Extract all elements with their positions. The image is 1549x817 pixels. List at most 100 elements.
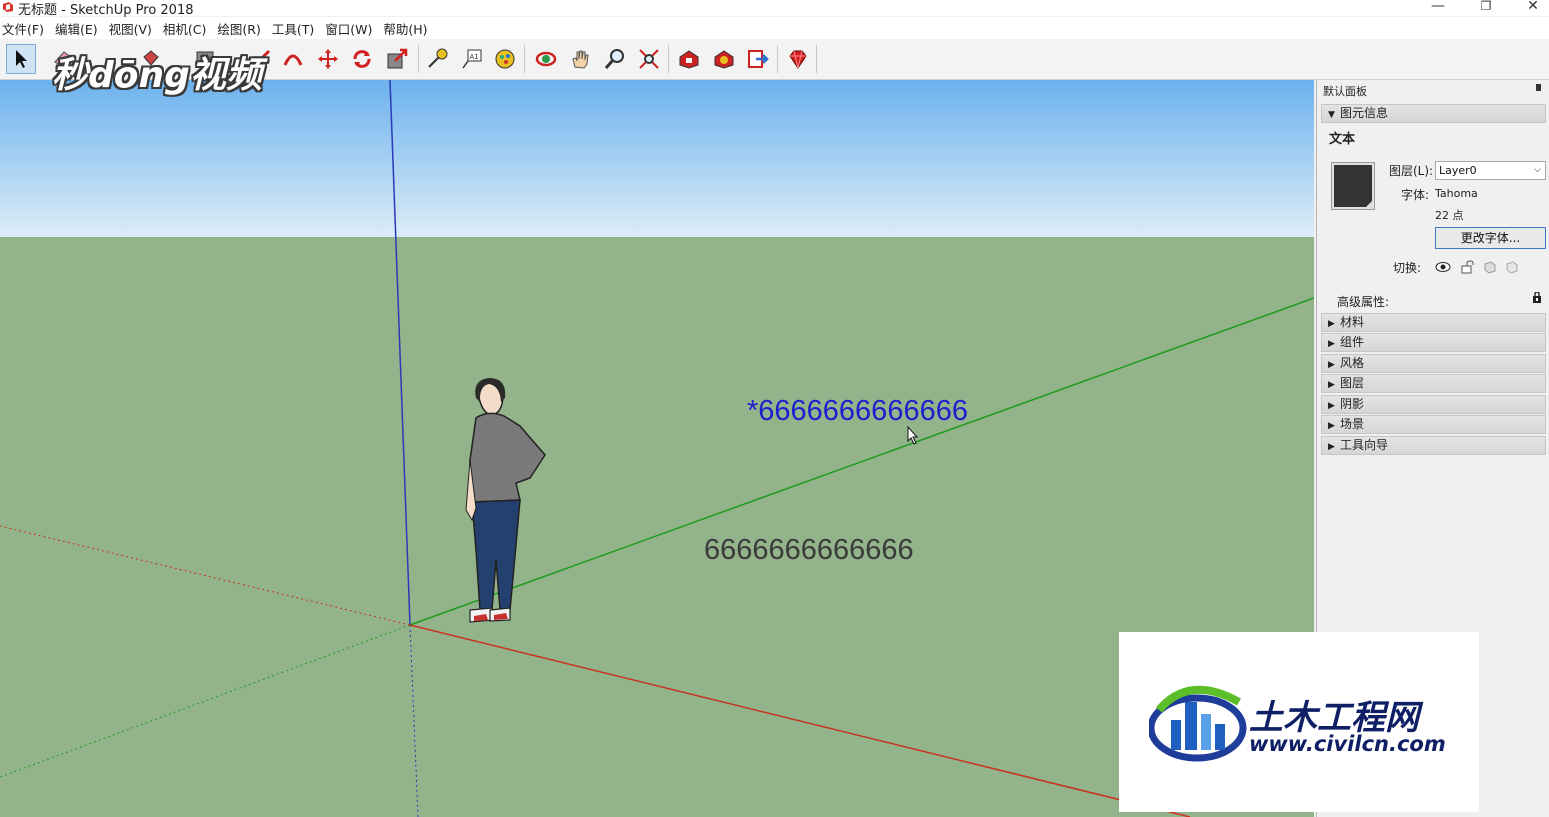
move-tool-button[interactable] xyxy=(313,44,343,74)
rotate-tool-button[interactable] xyxy=(347,44,377,74)
move-icon xyxy=(318,49,338,69)
tape-measure-tool-button[interactable] xyxy=(422,44,452,74)
send-to-layout-button[interactable] xyxy=(743,44,773,74)
window-title: 无标题 - SketchUp Pro 2018 xyxy=(18,3,194,18)
orbit-tool-button[interactable] xyxy=(531,44,561,74)
collapsed-triangle-icon: ▶ xyxy=(1328,319,1335,329)
arc-tool-button[interactable] xyxy=(278,44,308,74)
warehouse-icon xyxy=(679,50,699,69)
expanded-triangle-icon: ▼ xyxy=(1328,110,1335,120)
menu-edit[interactable]: 编辑(E) xyxy=(55,19,98,38)
section-layers-label: 图层 xyxy=(1340,376,1365,390)
minimize-button[interactable]: — xyxy=(1418,0,1458,16)
drawing-viewport[interactable]: *6666666666666 6666666666666 xyxy=(0,80,1314,817)
sketchup-logo-icon xyxy=(3,2,13,12)
toolbar-separator xyxy=(418,45,419,73)
lock-icon[interactable] xyxy=(1533,292,1541,303)
pin-icon[interactable] xyxy=(1536,84,1541,91)
toolbar-separator xyxy=(777,45,778,73)
collapsed-triangle-icon: ▶ xyxy=(1328,339,1335,349)
section-entity-info[interactable]: ▼ 图元信息 xyxy=(1321,104,1546,123)
tape-measure-icon xyxy=(428,48,448,68)
ground xyxy=(0,237,1314,817)
menu-camera[interactable]: 相机(C) xyxy=(163,19,206,38)
warehouse-button[interactable] xyxy=(674,44,704,74)
menu-draw[interactable]: 绘图(R) xyxy=(217,19,260,38)
section-layers[interactable]: ▶ 图层 xyxy=(1321,374,1546,393)
restore-button[interactable]: ❐ xyxy=(1466,0,1506,16)
section-instructor-label: 工具向导 xyxy=(1340,438,1389,452)
change-font-button[interactable]: 更改字体... xyxy=(1435,227,1546,249)
watermark-video-logo: 秒dōng视频 xyxy=(52,55,262,96)
panel-title: 默认面板 xyxy=(1323,85,1367,98)
section-instructor[interactable]: ▶ 工具向导 xyxy=(1321,436,1546,455)
extension-warehouse-button[interactable] xyxy=(709,44,739,74)
section-shadows-label: 阴影 xyxy=(1340,397,1365,411)
menu-window[interactable]: 窗口(W) xyxy=(325,19,372,38)
section-shadows[interactable]: ▶ 阴影 xyxy=(1321,395,1546,414)
pan-tool-button[interactable] xyxy=(565,44,595,74)
select-icon xyxy=(16,50,27,68)
layer-label: 图层(L): xyxy=(1389,164,1434,178)
section-entity-info-label: 图元信息 xyxy=(1340,106,1389,120)
toolbar-separator xyxy=(668,45,669,73)
cast-shadows-icon[interactable] xyxy=(1504,260,1520,274)
text-tool-button[interactable]: A1 xyxy=(457,44,487,74)
extension-manager-icon xyxy=(789,50,807,69)
section-scenes-label: 场景 xyxy=(1340,417,1365,431)
menu-view[interactable]: 视图(V) xyxy=(109,19,152,38)
scene-canvas xyxy=(0,80,1314,817)
layer-select-value: Layer0 xyxy=(1439,164,1477,177)
watermark-civilcn: 土木工程网 www.civilcn.com xyxy=(1119,632,1479,812)
extension-warehouse-icon xyxy=(714,50,734,69)
text-label[interactable]: 6666666666666 xyxy=(704,534,914,567)
section-materials-label: 材料 xyxy=(1340,315,1365,329)
chevron-down-icon: ⌵ xyxy=(1534,165,1541,175)
toggle-label: 切换: xyxy=(1393,261,1422,275)
zoom-tool-button[interactable] xyxy=(600,44,630,74)
font-value: Tahoma xyxy=(1435,187,1478,200)
zoom-extents-tool-button[interactable] xyxy=(634,44,664,74)
collapsed-triangle-icon: ▶ xyxy=(1328,401,1335,411)
text-label-selected[interactable]: *6666666666666 xyxy=(747,395,968,428)
rotate-icon xyxy=(353,50,371,68)
section-scenes[interactable]: ▶ 场景 xyxy=(1321,415,1546,434)
paint-icon xyxy=(495,49,515,69)
lock-toggle-icon[interactable] xyxy=(1459,260,1475,274)
font-size-value: 22 点 xyxy=(1435,209,1464,222)
svg-text:A1: A1 xyxy=(470,53,479,61)
font-label: 字体: xyxy=(1401,188,1430,202)
text-icon: A1 xyxy=(462,49,482,69)
send-to-layout-icon xyxy=(748,50,769,68)
layer-select[interactable]: Layer0 ⌵ xyxy=(1435,161,1546,180)
toolbar-separator xyxy=(524,45,525,73)
menu-tools[interactable]: 工具(T) xyxy=(272,19,314,38)
section-styles[interactable]: ▶ 风格 xyxy=(1321,354,1546,373)
watermark-civilcn-url: www.civilcn.com xyxy=(1249,732,1446,756)
menu-bar: 文件(F) 编辑(E) 视图(V) 相机(C) 绘图(R) 工具(T) 窗口(W… xyxy=(0,17,1549,39)
close-button[interactable]: ✕ xyxy=(1513,0,1549,16)
receive-shadows-icon[interactable] xyxy=(1482,260,1498,274)
zoom-extents-icon xyxy=(639,49,659,69)
collapsed-triangle-icon: ▶ xyxy=(1328,380,1335,390)
collapsed-triangle-icon: ▶ xyxy=(1328,442,1335,452)
extension-manager-button[interactable] xyxy=(783,44,813,74)
sky xyxy=(0,80,1314,237)
menu-file[interactable]: 文件(F) xyxy=(2,19,44,38)
scale-icon xyxy=(387,48,408,69)
visibility-eye-icon[interactable] xyxy=(1435,260,1451,274)
paint-tool-button[interactable] xyxy=(490,44,520,74)
material-swatch[interactable] xyxy=(1331,162,1375,210)
section-components[interactable]: ▶ 组件 xyxy=(1321,333,1546,352)
section-styles-label: 风格 xyxy=(1340,356,1365,370)
section-materials[interactable]: ▶ 材料 xyxy=(1321,313,1546,332)
collapsed-triangle-icon: ▶ xyxy=(1328,421,1335,431)
advanced-attributes-label: 高级属性: xyxy=(1337,295,1390,309)
collapsed-triangle-icon: ▶ xyxy=(1328,360,1335,370)
toolbar-separator xyxy=(816,45,817,73)
swatch-corner-icon xyxy=(1366,201,1372,207)
menu-help[interactable]: 帮助(H) xyxy=(383,19,427,38)
scale-tool-button[interactable] xyxy=(382,44,412,74)
section-components-label: 组件 xyxy=(1340,335,1365,349)
select-tool-button[interactable] xyxy=(6,44,36,74)
